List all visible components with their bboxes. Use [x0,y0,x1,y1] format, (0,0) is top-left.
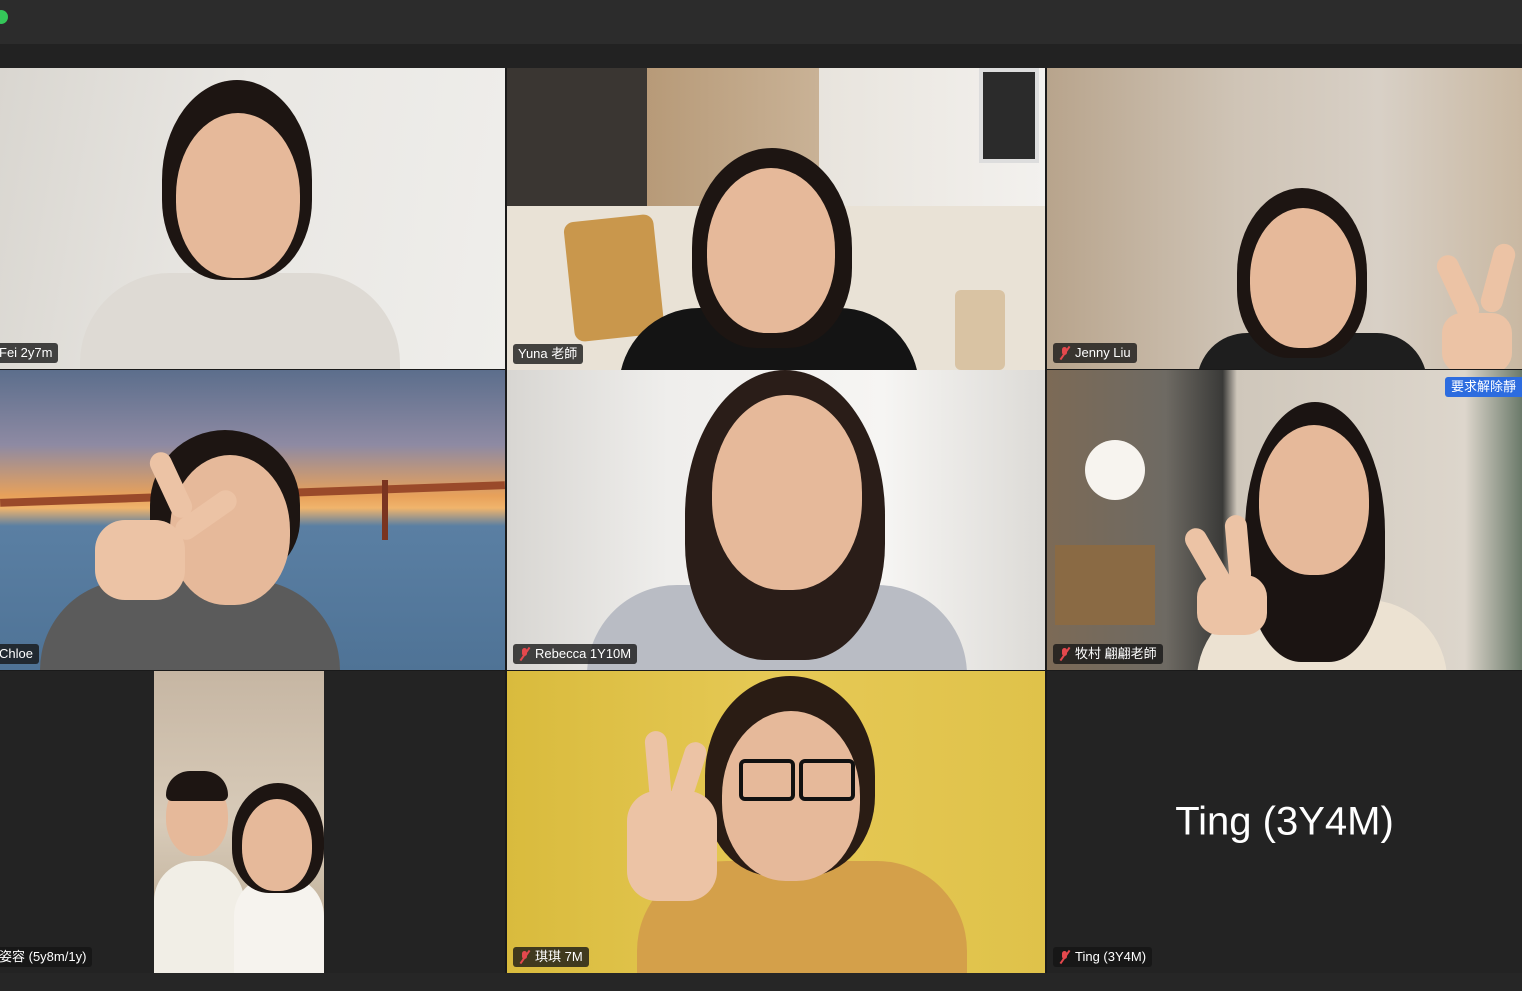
mic-muted-icon [1058,346,1071,360]
video-feed [154,671,324,973]
participant-name: Yuna 老師 [518,346,578,361]
video-feed [507,68,1045,370]
participant-tile-qiqi[interactable]: 琪琪 7M [507,671,1045,973]
participant-tile-jenny-liu[interactable]: Jenny Liu [1047,68,1522,369]
participant-name: Fei 2y7m [0,345,53,360]
participant-name-label: Chloe [0,644,39,664]
video-feed [0,68,505,369]
participant-tile-yuna[interactable]: Yuna 老師 [507,68,1045,370]
window-title-bar [0,0,1522,44]
participant-name-label: 牧村 翩翩老師 [1053,644,1163,664]
gallery-view: Fei 2y7m Yuna 老師 Jenny Liu Chloe Rebecca… [0,68,1522,973]
bottom-control-bar [0,973,1522,991]
participant-name-label: 姿容 (5y8m/1y) [0,947,93,967]
participant-name-label: Fei 2y7m [0,343,59,363]
mic-muted-icon [518,647,531,661]
participant-name: 牧村 翩翩老師 [1075,646,1157,661]
participant-name-label: Ting (3Y4M) [1053,947,1153,967]
participant-name: Rebecca 1Y10M [535,646,632,661]
video-feed [507,370,1045,670]
participant-tile-chloe[interactable]: Chloe [0,370,505,670]
video-feed [1047,370,1522,670]
video-feed [1047,68,1522,369]
participant-name-label: Yuna 老師 [513,344,584,364]
window-zoom-button[interactable] [0,10,8,24]
mic-muted-icon [1058,647,1071,661]
participant-name: Chloe [0,646,33,661]
participant-name-label: Jenny Liu [1053,343,1137,363]
participant-name: Ting (3Y4M) [1075,949,1147,964]
participant-name-label: 琪琪 7M [513,947,589,967]
meeting-toolbar [0,44,1522,68]
participant-tile-rebecca[interactable]: Rebecca 1Y10M [507,370,1045,670]
participant-tile-ting[interactable]: Ting (3Y4M) Ting (3Y4M) [1047,671,1522,973]
participant-tile-makimura[interactable]: 要求解除靜 牧村 翩翩老師 [1047,370,1522,670]
mic-muted-icon [1058,950,1071,964]
video-feed [507,671,1045,973]
participant-tile-zirong[interactable]: 姿容 (5y8m/1y) [0,671,505,973]
participant-name: 姿容 (5y8m/1y) [0,949,87,964]
video-feed [0,370,505,670]
participant-name-label: Rebecca 1Y10M [513,644,638,664]
participant-name: Jenny Liu [1075,345,1131,360]
mic-muted-icon [518,950,531,964]
participant-display-name: Ting (3Y4M) [1175,799,1394,844]
unmute-request-badge[interactable]: 要求解除靜 [1444,377,1522,397]
participant-name: 琪琪 7M [535,949,583,964]
participant-tile-fei[interactable]: Fei 2y7m [0,68,505,369]
